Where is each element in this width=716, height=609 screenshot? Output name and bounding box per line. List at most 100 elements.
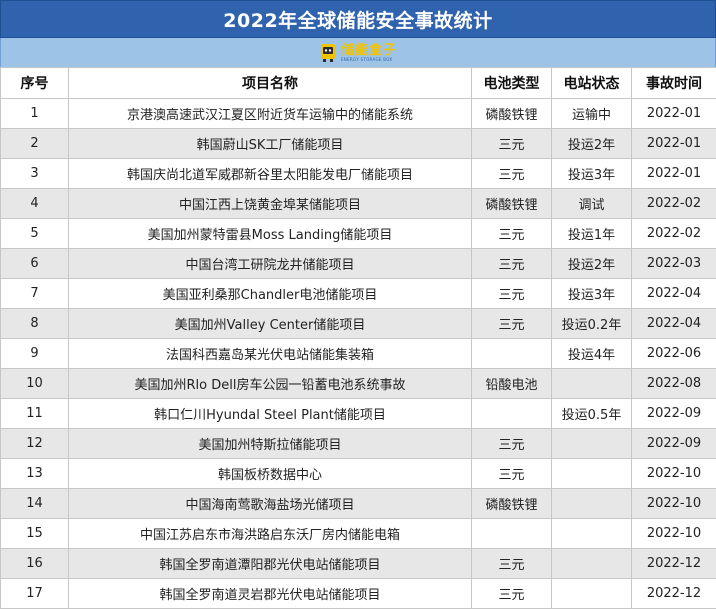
header-index: 序号 xyxy=(0,67,69,99)
cell-index: 1 xyxy=(0,98,69,129)
cell-incident-date: 2022-10 xyxy=(631,518,716,549)
cell-incident-date: 2022-01 xyxy=(631,98,716,129)
cell-project-name: 韩国蔚山SK工厂储能项目 xyxy=(68,128,472,159)
cell-incident-date: 2022-08 xyxy=(631,368,716,399)
cell-project-name: 韩国全罗南道潭阳郡光伏电站储能项目 xyxy=(68,548,472,579)
cell-index: 10 xyxy=(0,368,69,399)
cell-battery-type: 三元 xyxy=(471,428,552,459)
brand-name-en: ENERGY STORAGE BOX xyxy=(340,56,393,62)
cell-battery-type: 三元 xyxy=(471,278,552,309)
cell-incident-date: 2022-02 xyxy=(631,218,716,249)
cell-incident-date: 2022-01 xyxy=(631,158,716,189)
cell-index: 3 xyxy=(0,158,69,189)
cell-project-name: 韩国板桥数据中心 xyxy=(68,458,472,489)
cell-battery-type: 三元 xyxy=(471,128,552,159)
cell-station-status: 投运2年 xyxy=(551,248,632,279)
cell-project-name: 美国加州蒙特雷县Moss Landing储能项目 xyxy=(68,218,472,249)
cell-battery-type: 三元 xyxy=(471,158,552,189)
table-row: 16 韩国全罗南道潭阳郡光伏电站储能项目 三元 2022-12 xyxy=(0,548,716,579)
cell-incident-date: 2022-09 xyxy=(631,398,716,429)
cell-incident-date: 2022-02 xyxy=(631,188,716,219)
cell-battery-type: 三元 xyxy=(471,308,552,339)
cell-incident-date: 2022-04 xyxy=(631,308,716,339)
table-row: 6 中国台湾工研院龙井储能项目 三元 投运2年 2022-03 xyxy=(0,248,716,279)
table-row: 3 韩国庆尚北道军威郡新谷里太阳能发电厂储能项目 三元 投运3年 2022-01 xyxy=(0,158,716,189)
cell-index: 4 xyxy=(0,188,69,219)
cell-incident-date: 2022-12 xyxy=(631,548,716,579)
cell-index: 2 xyxy=(0,128,69,159)
cell-battery-type: 磷酸铁锂 xyxy=(471,98,552,129)
cell-battery-type: 铅酸电池 xyxy=(471,368,552,399)
table-row: 2 韩国蔚山SK工厂储能项目 三元 投运2年 2022-01 xyxy=(0,128,716,159)
cell-station-status xyxy=(551,428,632,459)
cell-project-name: 美国加州Rlo Dell房车公园一铅蓄电池系统事故 xyxy=(68,368,472,399)
cell-project-name: 美国亚利桑那Chandler电池储能项目 xyxy=(68,278,472,309)
cell-battery-type: 三元 xyxy=(471,578,552,609)
cell-index: 6 xyxy=(0,248,69,279)
cell-battery-type: 磷酸铁锂 xyxy=(471,188,552,219)
battery-box-logo-icon xyxy=(320,43,335,62)
cell-battery-type xyxy=(471,518,552,549)
cell-station-status: 投运0.2年 xyxy=(551,308,632,339)
page: 2022年全球储能安全事故统计 储能盒子 ENERGY STORAGE BOX … xyxy=(0,0,716,609)
page-title: 2022年全球储能安全事故统计 xyxy=(0,0,716,38)
cell-project-name: 美国加州特斯拉储能项目 xyxy=(68,428,472,459)
cell-project-name: 韩国全罗南道灵岩郡光伏电站储能项目 xyxy=(68,578,472,609)
cell-station-status xyxy=(551,548,632,579)
cell-station-status: 调试 xyxy=(551,188,632,219)
incident-table: 序号 项目名称 电池类型 电站状态 事故时间 1 京港澳高速武汉江夏区附近货车运输… xyxy=(0,67,716,609)
cell-station-status xyxy=(551,458,632,489)
cell-project-name: 韩国庆尚北道军威郡新谷里太阳能发电厂储能项目 xyxy=(68,158,472,189)
cell-station-status: 运输中 xyxy=(551,98,632,129)
cell-incident-date: 2022-01 xyxy=(631,128,716,159)
cell-station-status xyxy=(551,368,632,399)
cell-station-status: 投运2年 xyxy=(551,128,632,159)
cell-battery-type: 三元 xyxy=(471,548,552,579)
table-row: 1 京港澳高速武汉江夏区附近货车运输中的储能系统 磷酸铁锂 运输中 2022-01 xyxy=(0,98,716,129)
brand-name: 储能盒子 xyxy=(340,42,397,58)
table-row: 7 美国亚利桑那Chandler电池储能项目 三元 投运3年 2022-04 xyxy=(0,278,716,309)
cell-index: 15 xyxy=(0,518,69,549)
cell-station-status: 投运1年 xyxy=(551,218,632,249)
cell-station-status xyxy=(551,488,632,519)
cell-project-name: 京港澳高速武汉江夏区附近货车运输中的储能系统 xyxy=(68,98,472,129)
header-project-name: 项目名称 xyxy=(68,67,472,99)
cell-project-name: 美国加州Valley Center储能项目 xyxy=(68,308,472,339)
cell-battery-type: 磷酸铁锂 xyxy=(471,488,552,519)
cell-index: 12 xyxy=(0,428,69,459)
cell-station-status: 投运0.5年 xyxy=(551,398,632,429)
cell-project-name: 中国江西上饶黄金埠某储能项目 xyxy=(68,188,472,219)
cell-incident-date: 2022-06 xyxy=(631,338,716,369)
table-header-row: 序号 项目名称 电池类型 电站状态 事故时间 xyxy=(0,67,716,99)
cell-index: 13 xyxy=(0,458,69,489)
cell-battery-type: 三元 xyxy=(471,458,552,489)
cell-battery-type: 三元 xyxy=(471,218,552,249)
cell-station-status: 投运3年 xyxy=(551,278,632,309)
logo-bar: 储能盒子 ENERGY STORAGE BOX xyxy=(0,38,716,67)
cell-project-name: 法国科西嘉岛某光伏电站储能集装箱 xyxy=(68,338,472,369)
table-row: 10 美国加州Rlo Dell房车公园一铅蓄电池系统事故 铅酸电池 2022-08 xyxy=(0,368,716,399)
table-row: 9 法国科西嘉岛某光伏电站储能集装箱 投运4年 2022-06 xyxy=(0,338,716,369)
cell-index: 16 xyxy=(0,548,69,579)
table-row: 8 美国加州Valley Center储能项目 三元 投运0.2年 2022-04 xyxy=(0,308,716,339)
cell-station-status: 投运3年 xyxy=(551,158,632,189)
table-row: 13 韩国板桥数据中心 三元 2022-10 xyxy=(0,458,716,489)
cell-project-name: 韩口仁川Hyundal Steel Plant储能项目 xyxy=(68,398,472,429)
cell-incident-date: 2022-10 xyxy=(631,458,716,489)
table-row: 5 美国加州蒙特雷县Moss Landing储能项目 三元 投运1年 2022-02 xyxy=(0,218,716,249)
cell-incident-date: 2022-04 xyxy=(631,278,716,309)
cell-incident-date: 2022-03 xyxy=(631,248,716,279)
header-incident-date: 事故时间 xyxy=(631,67,716,99)
header-station-status: 电站状态 xyxy=(551,67,632,99)
cell-battery-type xyxy=(471,398,552,429)
cell-index: 14 xyxy=(0,488,69,519)
cell-project-name: 中国江苏启东市海洪路启东沃厂房内储能电箱 xyxy=(68,518,472,549)
cell-project-name: 中国台湾工研院龙井储能项目 xyxy=(68,248,472,279)
table-row: 17 韩国全罗南道灵岩郡光伏电站储能项目 三元 2022-12 xyxy=(0,578,716,609)
cell-index: 5 xyxy=(0,218,69,249)
cell-index: 9 xyxy=(0,338,69,369)
cell-index: 11 xyxy=(0,398,69,429)
cell-station-status: 投运4年 xyxy=(551,338,632,369)
table-row: 4 中国江西上饶黄金埠某储能项目 磷酸铁锂 调试 2022-02 xyxy=(0,188,716,219)
cell-incident-date: 2022-10 xyxy=(631,488,716,519)
